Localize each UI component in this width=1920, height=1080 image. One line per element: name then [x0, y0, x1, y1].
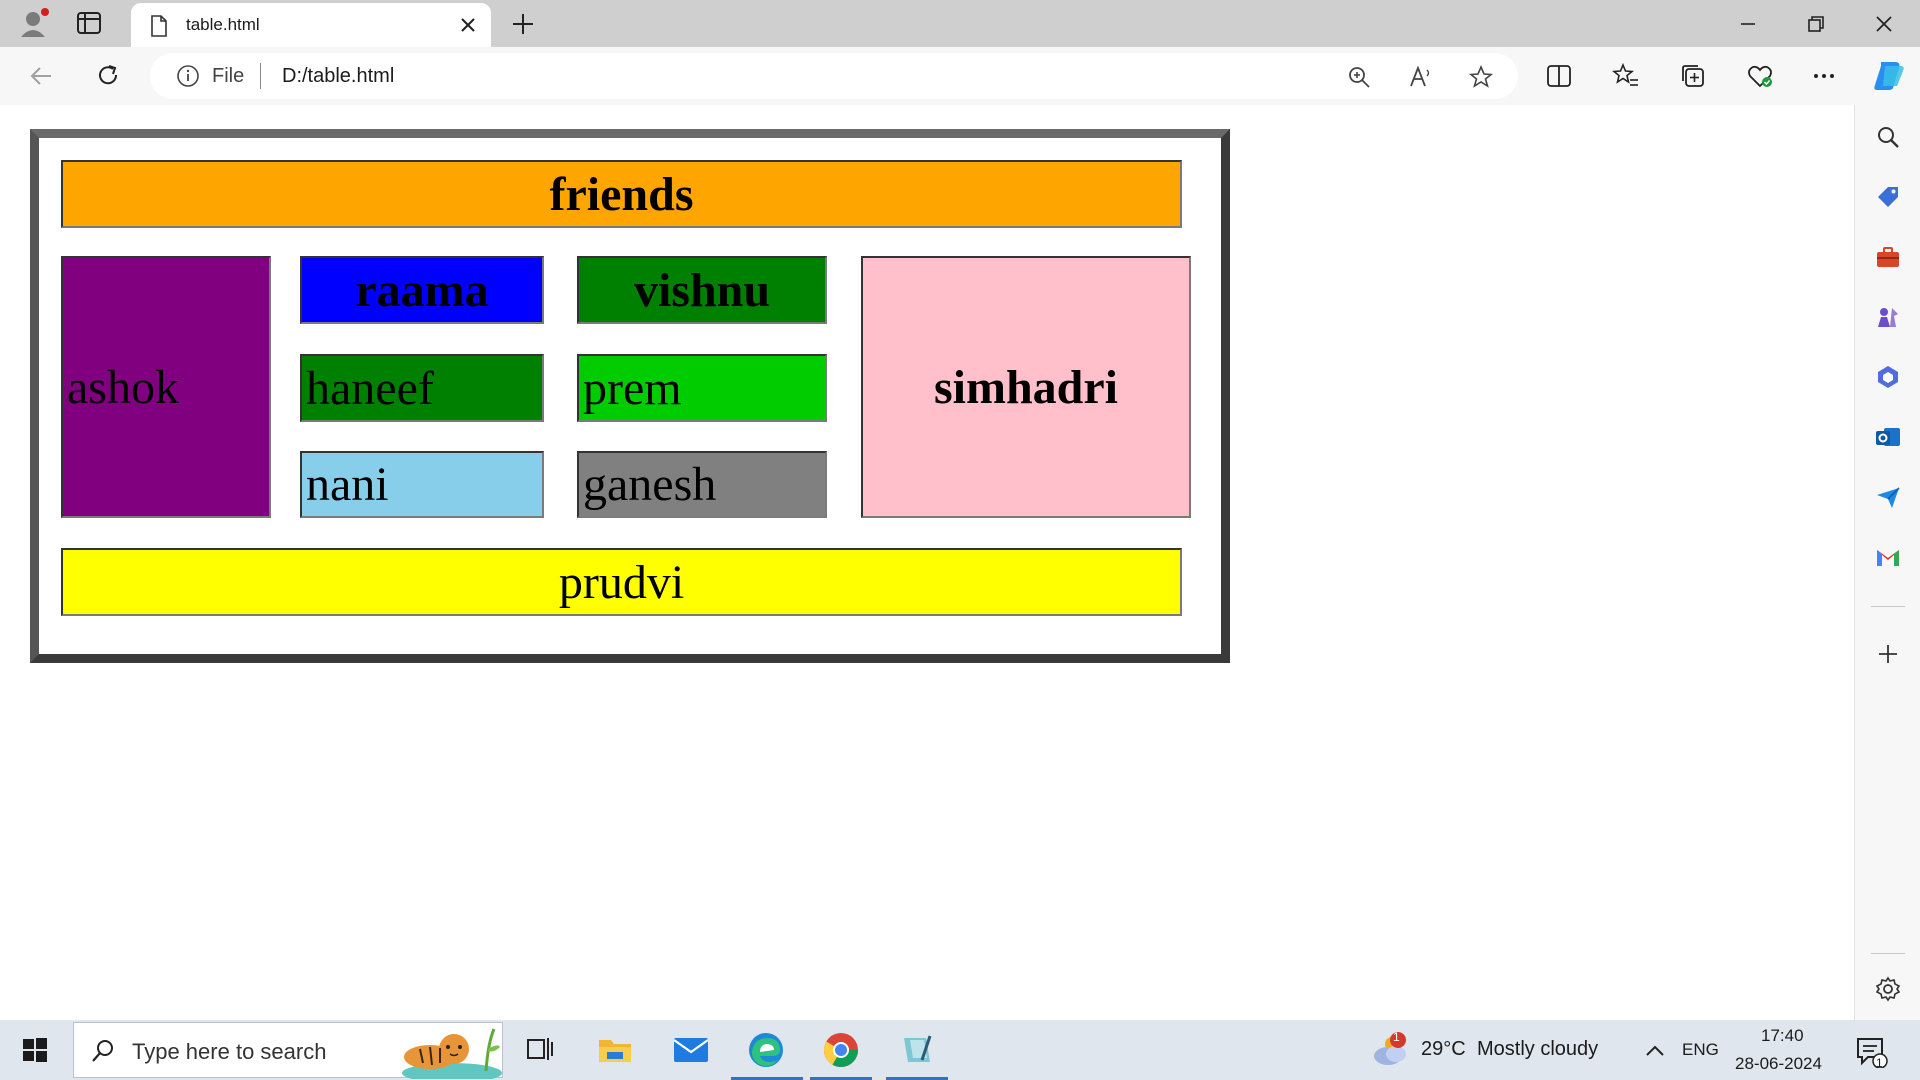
search-icon — [92, 1040, 113, 1062]
address-bar[interactable]: File D:/table.html — [150, 53, 1518, 99]
cell-grid-1: vishnu — [577, 256, 827, 324]
cell-grid-5-label: ganesh — [583, 458, 717, 511]
cell-footer: prudvi — [61, 548, 1182, 616]
read-aloud-icon[interactable] — [1408, 64, 1434, 90]
sidebar-divider — [1871, 606, 1905, 607]
split-screen-icon[interactable] — [1545, 62, 1573, 90]
edge-browser-icon[interactable] — [746, 1030, 786, 1070]
cell-grid-3: prem — [577, 354, 827, 422]
cell-header: friends — [61, 160, 1182, 228]
search-icon[interactable] — [1874, 123, 1902, 151]
page-viewport: friends ashok raama vishnu haneef prem n… — [6, 105, 1854, 1015]
sidebar-settings-gear-icon[interactable] — [1874, 975, 1902, 1003]
add-sidebar-app-icon[interactable] — [1874, 640, 1902, 668]
input-language[interactable]: ENG — [1682, 1040, 1719, 1060]
weather-badge-count: 1 — [1393, 1030, 1400, 1044]
cell-grid-4: nani — [300, 451, 544, 518]
browser-tab-bar: table.html — [0, 0, 1920, 47]
address-scheme: File — [212, 65, 245, 87]
gmail-icon[interactable] — [1874, 543, 1902, 571]
favorites-icon[interactable] — [1612, 62, 1640, 90]
friends-table: friends ashok raama vishnu haneef prem n… — [30, 129, 1230, 663]
clock-date[interactable]: 28-06-2024 — [1735, 1054, 1822, 1074]
drop-send-icon[interactable] — [1874, 483, 1902, 511]
close-window-icon[interactable] — [1870, 10, 1898, 38]
cell-footer-label: prudvi — [558, 555, 685, 609]
favorite-star-icon[interactable] — [1468, 64, 1494, 90]
weather-temperature[interactable]: 29°C — [1421, 1038, 1466, 1061]
cell-right: simhadri — [861, 256, 1191, 518]
windows-start-icon[interactable] — [22, 1037, 48, 1063]
sidebar-divider-bottom — [1871, 953, 1905, 954]
cell-grid-5: ganesh — [577, 451, 827, 518]
tab-table-html[interactable]: table.html — [131, 3, 491, 47]
taskbar-search-box[interactable]: Type here to search — [73, 1022, 503, 1079]
clock-time[interactable]: 17:40 — [1761, 1026, 1804, 1046]
task-view-icon[interactable] — [520, 1030, 560, 1070]
cell-grid-0: raama — [300, 256, 544, 324]
restore-icon[interactable] — [1802, 10, 1830, 38]
new-tab-icon[interactable] — [510, 11, 536, 37]
cell-grid-3-label: prem — [583, 361, 682, 415]
tools-icon[interactable] — [1874, 243, 1902, 271]
document-icon — [151, 15, 167, 37]
site-info-icon[interactable] — [176, 64, 200, 88]
file-explorer-icon[interactable] — [595, 1030, 635, 1070]
cell-grid-1-label: vishnu — [633, 263, 771, 317]
mail-icon[interactable] — [671, 1030, 711, 1070]
show-hidden-icons-chevron-up-icon[interactable] — [1642, 1038, 1668, 1064]
zoom-icon[interactable] — [1346, 64, 1372, 90]
cell-right-label: simhadri — [933, 360, 1119, 414]
tab-actions-icon[interactable] — [76, 10, 102, 36]
address-url[interactable]: D:/table.html — [282, 65, 394, 88]
back-icon[interactable] — [27, 62, 55, 90]
address-toolbar: File D:/table.html — [0, 47, 1920, 105]
cell-grid-4-label: nani — [306, 458, 389, 511]
microsoft-365-icon[interactable] — [1874, 363, 1902, 391]
more-options-icon[interactable] — [1810, 62, 1838, 90]
shopping-tag-icon[interactable] — [1874, 183, 1902, 211]
search-highlight-tiger-icon — [402, 1028, 502, 1079]
cell-left-label: ashok — [67, 360, 179, 414]
cell-grid-2-label: haneef — [306, 361, 434, 415]
windows-taskbar: Type here to search 1 29°C Mostly cloudy… — [0, 1020, 1920, 1080]
chrome-icon[interactable] — [821, 1030, 861, 1070]
edge-sidebar — [1854, 105, 1920, 1020]
collections-icon[interactable] — [1679, 62, 1707, 90]
profile-avatar-icon[interactable] — [18, 8, 52, 38]
outlook-icon[interactable] — [1874, 423, 1902, 451]
address-separator — [260, 63, 261, 89]
cell-grid-2: haneef — [300, 354, 544, 422]
weather-description[interactable]: Mostly cloudy — [1477, 1038, 1598, 1061]
editor-app-icon[interactable] — [896, 1030, 936, 1070]
cell-grid-0-label: raama — [355, 263, 489, 317]
notification-count: 1 — [1876, 1056, 1883, 1070]
minimize-icon[interactable] — [1734, 10, 1762, 38]
close-tab-icon[interactable] — [457, 14, 479, 36]
search-placeholder: Type here to search — [132, 1039, 327, 1064]
games-icon[interactable] — [1874, 303, 1902, 331]
tab-title: table.html — [186, 15, 260, 34]
cell-header-label: friends — [549, 167, 694, 221]
browser-essentials-icon[interactable] — [1746, 62, 1774, 90]
copilot-icon[interactable] — [1871, 58, 1907, 94]
cell-left: ashok — [61, 256, 271, 518]
refresh-icon[interactable] — [94, 62, 122, 90]
